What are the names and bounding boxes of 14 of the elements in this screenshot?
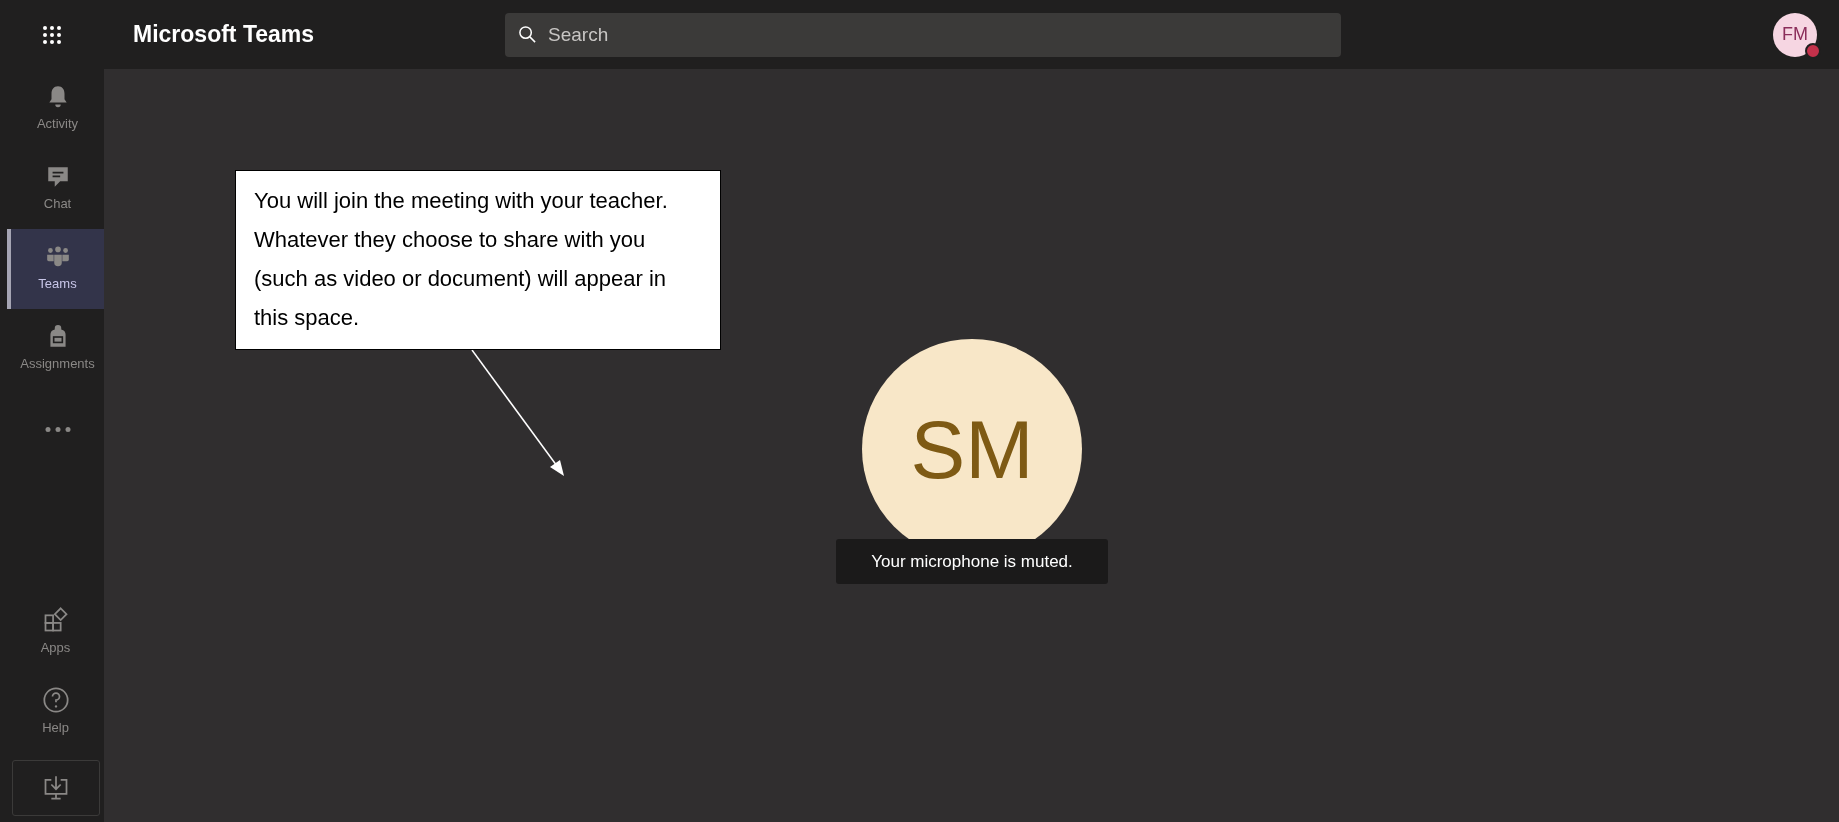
more-icon (44, 426, 71, 432)
callout-text: You will join the meeting with your teacher. Whatever they choose to share with you (such as video or document) will appear in this space. (254, 187, 669, 332)
download-button[interactable] (11, 760, 100, 816)
nav-item[interactable]: Activity (7, 69, 104, 149)
nav-item[interactable]: Teams (7, 229, 104, 309)
search-icon (518, 24, 537, 44)
app-title: Microsoft Teams (132, 21, 315, 48)
help-icon (41, 686, 70, 715)
nav-item[interactable]: Assignments (7, 309, 104, 389)
profile-avatar[interactable]: FM (1773, 12, 1817, 57)
nav-item[interactable]: Chat (7, 149, 104, 229)
nav-item[interactable]: Apps (10, 592, 101, 672)
nav-item[interactable]: Help (10, 672, 101, 752)
search-field[interactable]: Search (505, 12, 1341, 57)
